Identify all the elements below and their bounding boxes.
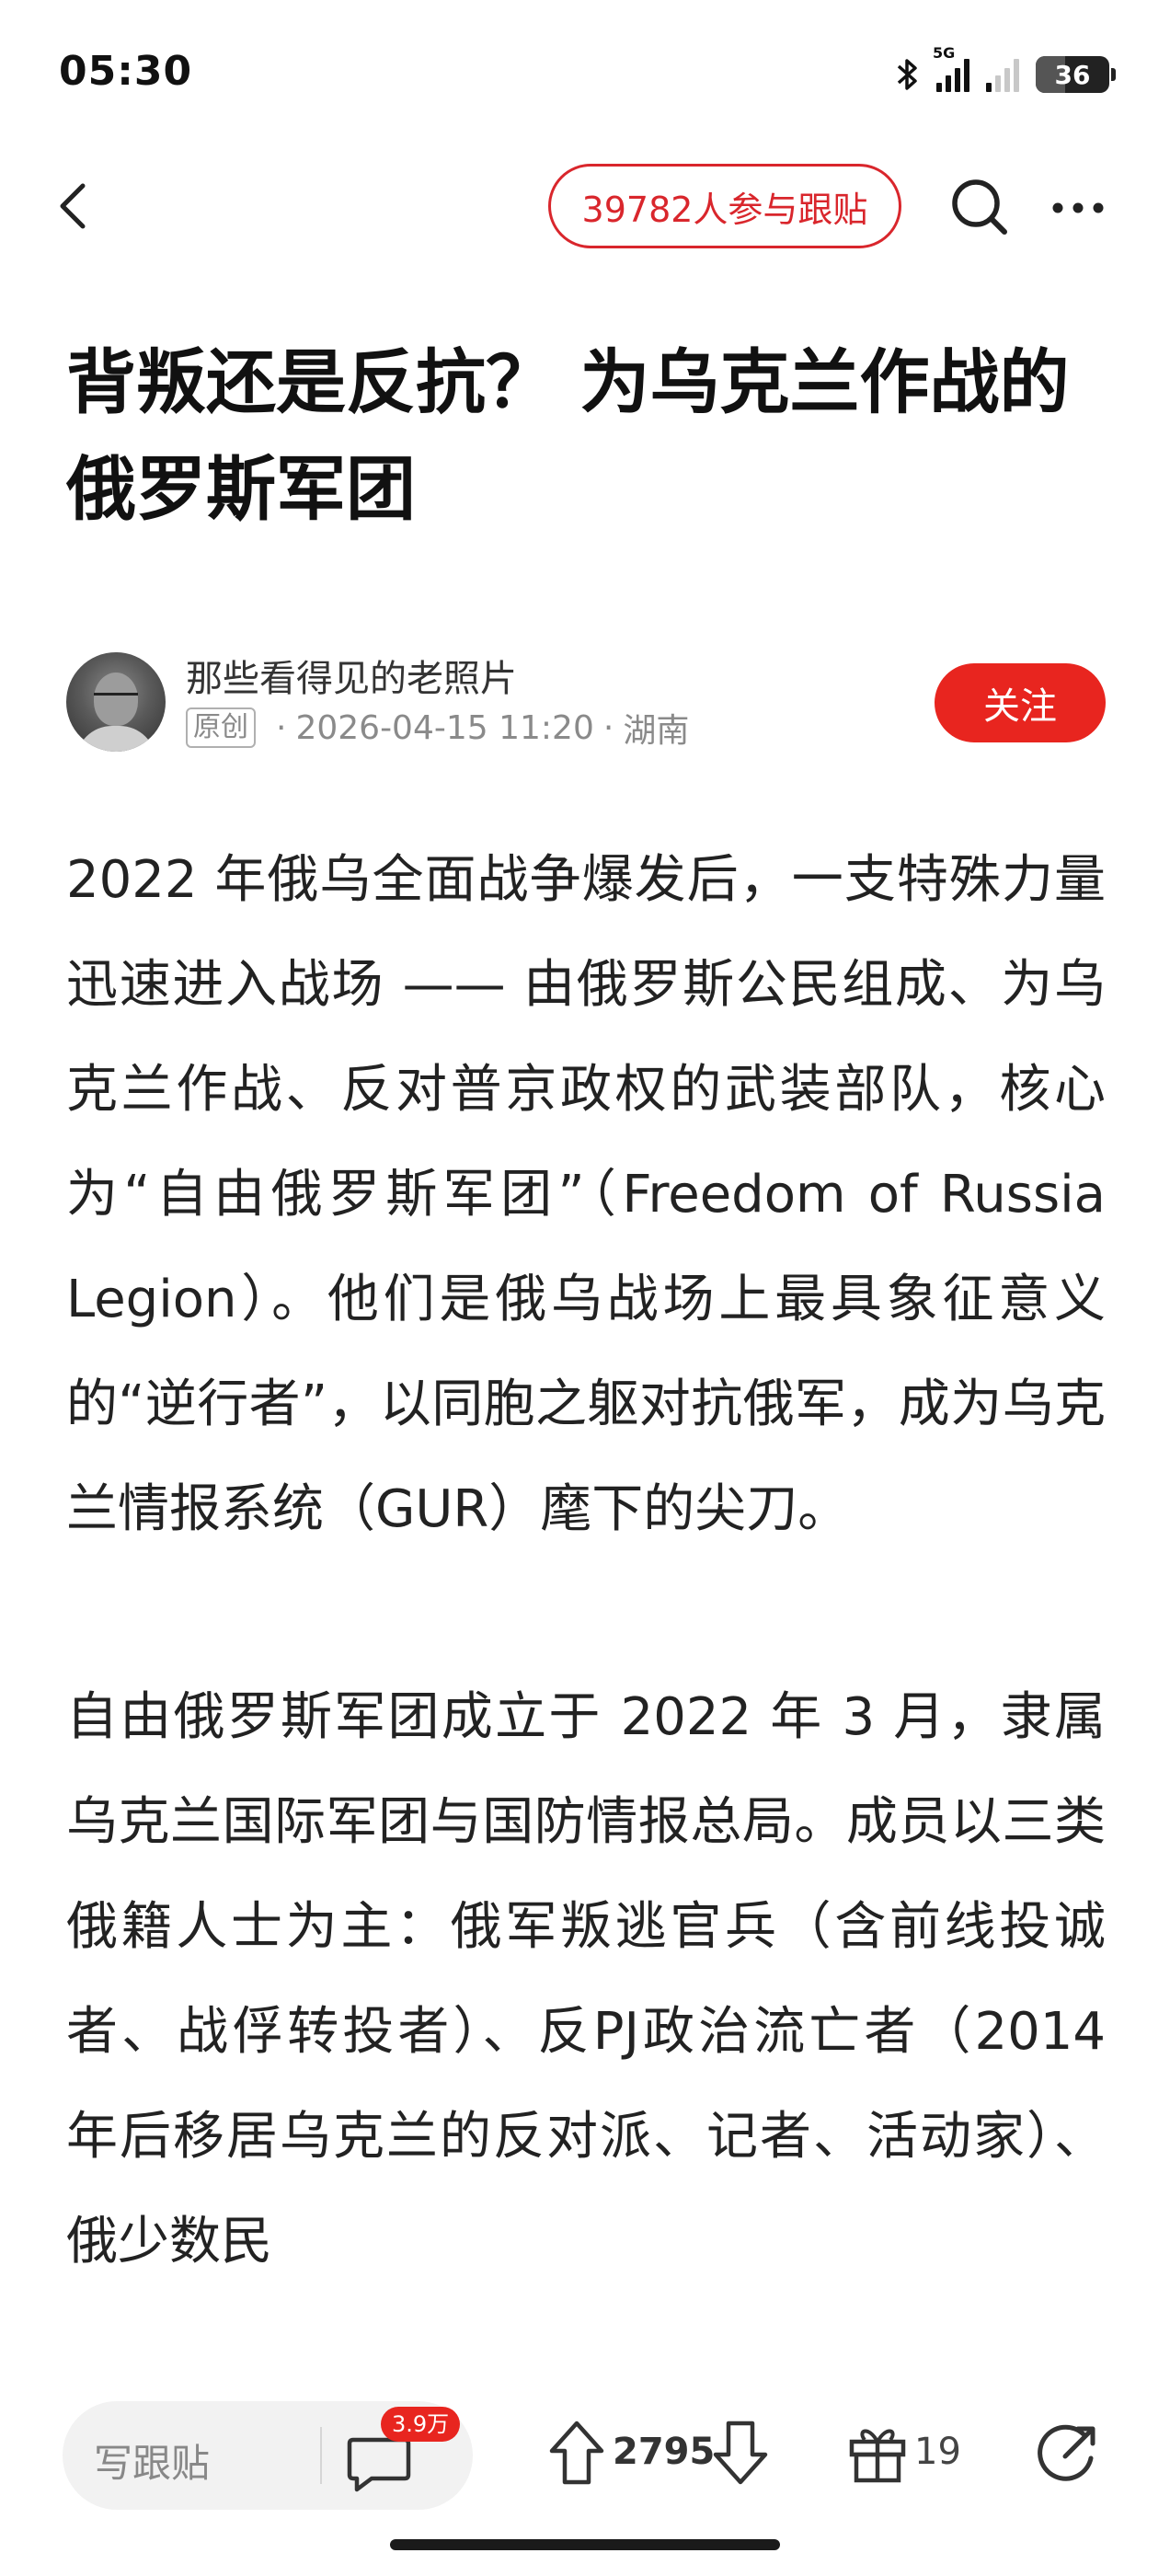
- article-paragraph: 2022 年俄乌全面战争爆发后，一支特殊力量迅速进入战场 —— 由俄罗斯公民组成…: [66, 850, 1106, 1539]
- divider: [320, 2427, 322, 2484]
- author-row: 那些看得见的老照片 原创 · 2026-04-15 11:20 · 湖南 关注: [66, 649, 1106, 759]
- location: 湖南: [623, 712, 690, 750]
- comment-count-badge: 3.9万: [381, 2407, 461, 2442]
- status-bar: 05:30 5G 36: [0, 0, 1170, 147]
- downvote-icon[interactable]: [708, 2418, 773, 2488]
- home-indicator[interactable]: [390, 2539, 780, 2550]
- participants-button[interactable]: 39782人参与跟贴: [548, 164, 901, 248]
- article-paragraph: 自由俄罗斯军团成立于 2022 年 3 月，隶属乌克兰国际军团与国防情报总局。成…: [66, 1687, 1106, 2271]
- search-icon[interactable]: [947, 175, 1012, 239]
- signal-weak-icon: [986, 57, 1019, 92]
- comment-input[interactable]: 写跟贴 3.9万: [63, 2401, 473, 2510]
- follow-button[interactable]: 关注: [935, 663, 1106, 742]
- original-badge: 原创: [186, 707, 256, 748]
- publish-date: 2026-04-15 11:20: [295, 708, 594, 747]
- top-nav: 39782人参与跟贴: [0, 156, 1170, 258]
- article-body: 2022 年俄乌全面战争爆发后，一支特殊力量迅速进入战场 —— 由俄罗斯公民组成…: [66, 828, 1106, 2398]
- bottom-bar: 写跟贴 3.9万 2795 19: [0, 2392, 1170, 2576]
- comment-placeholder[interactable]: 写跟贴: [94, 2432, 210, 2489]
- status-time: 05:30: [59, 48, 193, 95]
- more-icon[interactable]: [1049, 180, 1107, 236]
- network-label: 5G: [933, 44, 956, 62]
- battery-icon: 36: [1036, 56, 1116, 93]
- back-icon[interactable]: [46, 178, 101, 234]
- share-icon[interactable]: [1038, 2421, 1100, 2484]
- article-title: 背叛还是反抗？ 为乌克兰作战的俄罗斯军团: [66, 341, 1070, 530]
- gift-icon[interactable]: [844, 2420, 911, 2484]
- article-meta: 原创 · 2026-04-15 11:20 · 湖南: [186, 704, 689, 752]
- comment-icon[interactable]: [344, 2432, 414, 2495]
- bluetooth-icon: [897, 59, 917, 90]
- author-name[interactable]: 那些看得见的老照片: [186, 649, 517, 702]
- avatar[interactable]: [66, 652, 166, 752]
- signal-icon: 5G: [933, 44, 969, 92]
- status-icons: 5G 36: [896, 44, 1116, 98]
- upvote-icon[interactable]: [545, 2418, 609, 2488]
- gift-count: 19: [914, 2431, 961, 2473]
- upvote-count: 2795: [613, 2431, 716, 2473]
- battery-level: 36: [1054, 59, 1091, 90]
